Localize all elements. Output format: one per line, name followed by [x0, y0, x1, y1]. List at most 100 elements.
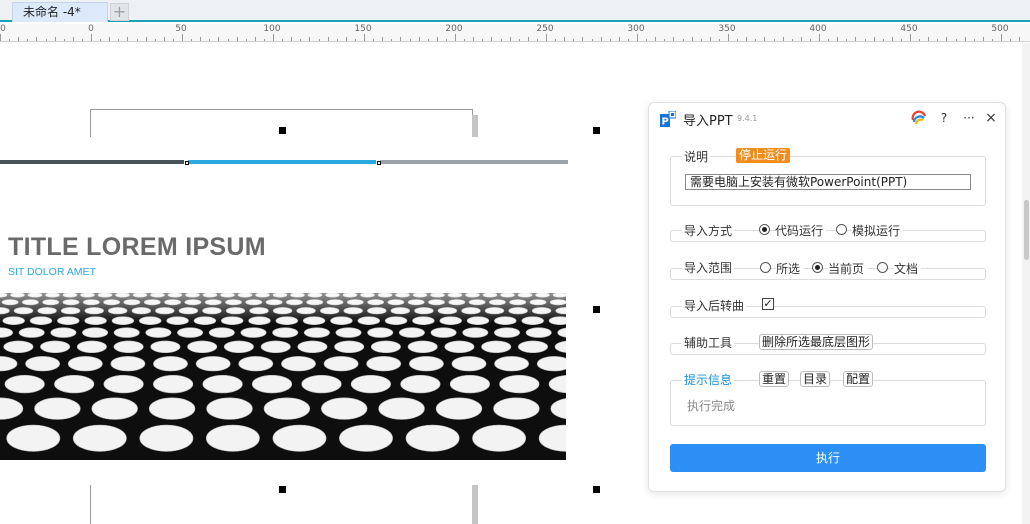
ruler-tick	[846, 39, 848, 41]
ruler-tick	[418, 37, 420, 41]
ruler-tick	[127, 37, 129, 41]
ruler-tick	[910, 34, 911, 41]
ruler-mark: 100	[263, 24, 281, 34]
selection-handle[interactable]	[593, 486, 600, 493]
scope-label: 导入范围	[682, 259, 735, 276]
ruler-tick	[646, 39, 648, 41]
ruler-tick	[518, 39, 520, 41]
ruler-tick	[746, 37, 748, 41]
theme-color-icon[interactable]	[911, 110, 927, 126]
ruler-tick	[282, 39, 284, 41]
ruler-tick	[18, 37, 20, 41]
ruler-tick	[819, 34, 820, 41]
ruler-tick	[627, 39, 629, 41]
radio-code-run-label[interactable]: 代码运行	[775, 222, 827, 239]
ruler-tick	[300, 39, 302, 41]
ruler-tick	[482, 39, 484, 41]
convert-checkbox[interactable]: ✓	[762, 298, 774, 310]
ruler-tick	[318, 39, 320, 41]
radio-simulate-run-label[interactable]: 模拟运行	[852, 222, 904, 239]
bar-node-handle[interactable]	[185, 161, 189, 165]
selection-handle[interactable]	[593, 306, 600, 313]
hint-log-text: 执行完成	[687, 399, 736, 413]
help-button[interactable]: ?	[935, 108, 953, 128]
radio-document-label[interactable]: 文档	[894, 260, 922, 277]
radio-selected[interactable]	[760, 262, 771, 273]
radio-selected-label[interactable]: 所选	[776, 260, 804, 277]
ruler-tick	[491, 37, 493, 41]
radio-simulate-run[interactable]	[836, 224, 847, 235]
ruler-tick	[791, 39, 793, 41]
radio-current-page-label[interactable]: 当前页	[828, 260, 868, 277]
selection-handle[interactable]	[593, 127, 600, 134]
note-label: 说明	[682, 148, 711, 165]
catalog-button[interactable]: 目录	[800, 371, 831, 387]
ruler-tick	[937, 39, 939, 41]
ruler-tick	[837, 37, 839, 41]
ruler-tick	[273, 34, 274, 41]
reset-button[interactable]: 重置	[759, 371, 790, 387]
ruler-tick	[473, 37, 475, 41]
ruler-tick	[63, 39, 65, 41]
ruler-tick	[755, 39, 757, 41]
ruler-tick	[828, 39, 830, 41]
ruler-tick	[455, 34, 456, 41]
ruler-tick	[45, 39, 47, 41]
ruler-mark: 450	[900, 24, 918, 34]
slide-subtitle[interactable]: SIT DOLOR AMET	[8, 266, 96, 278]
delete-bottom-shape-button[interactable]: 删除所选最底层图形	[759, 334, 874, 350]
ruler-tick	[991, 39, 993, 41]
horizontal-ruler[interactable]: 0 0 50 100 150 200 250 300 350 400 450 5…	[0, 24, 1030, 42]
radio-document[interactable]	[877, 262, 888, 273]
ruler-tick	[200, 37, 202, 41]
add-tab-button[interactable]: +	[110, 3, 129, 21]
ruler-tick	[964, 37, 966, 41]
ruler-tick	[500, 39, 502, 41]
config-button[interactable]: 配置	[843, 371, 874, 387]
slide-frame-bottom	[90, 485, 91, 524]
close-button[interactable]: ×	[982, 108, 1000, 128]
ruler-tick	[245, 39, 247, 41]
document-tab-bar: 未命名 -4* +	[0, 0, 1030, 22]
vertical-scrollbar[interactable]	[1022, 43, 1030, 524]
slide-title[interactable]: TITLE LOREM IPSUM	[8, 233, 266, 262]
ppt-logo-icon: P	[660, 111, 676, 127]
tab-untitled-4[interactable]: 未命名 -4*	[12, 2, 108, 22]
scrollbar-thumb[interactable]	[1024, 200, 1029, 260]
note-text: 需要电脑上安装有微软PowerPoint(PPT)	[685, 174, 971, 190]
ruler-tick	[609, 39, 611, 41]
ruler-tick	[709, 37, 711, 41]
ruler-tick	[336, 39, 338, 41]
ruler-tick	[72, 37, 74, 41]
selection-handle[interactable]	[279, 127, 286, 134]
ruler-mark: 500	[991, 24, 1009, 34]
ruler-tick	[309, 37, 311, 41]
ruler-tick	[291, 37, 293, 41]
ruler-tick	[582, 37, 584, 41]
ruler-tick	[263, 39, 265, 41]
ruler-tick	[973, 39, 975, 41]
tools-label: 辅助工具	[682, 334, 735, 351]
ruler-tick	[400, 37, 402, 41]
stop-running-badge[interactable]: 停止运行	[736, 148, 791, 163]
ruler-tick	[919, 39, 921, 41]
radio-current-page[interactable]	[812, 262, 823, 273]
decorative-bar-blue	[188, 160, 376, 164]
execute-button[interactable]: 执行	[670, 444, 986, 472]
radio-code-run[interactable]	[759, 224, 770, 235]
bar-node-handle[interactable]	[377, 161, 381, 165]
decorative-bar-gray	[380, 160, 568, 164]
ruler-mark: 0	[0, 24, 6, 34]
svg-text:P: P	[662, 117, 669, 128]
more-options-button[interactable]: ···	[960, 108, 978, 128]
import-ppt-panel: P 导入PPT 9.4.1 ? ··· × 说明 停止运行 需要电脑上安装有微软…	[648, 102, 1006, 492]
selection-handle[interactable]	[279, 486, 286, 493]
ruler-tick	[100, 39, 102, 41]
ruler-tick	[191, 39, 193, 41]
ruler-tick	[700, 39, 702, 41]
white-discs-pattern	[0, 293, 566, 460]
ruler-tick	[373, 39, 375, 41]
ruler-tick	[354, 39, 356, 41]
slide-photo[interactable]	[0, 293, 566, 460]
ruler-tick	[445, 39, 447, 41]
